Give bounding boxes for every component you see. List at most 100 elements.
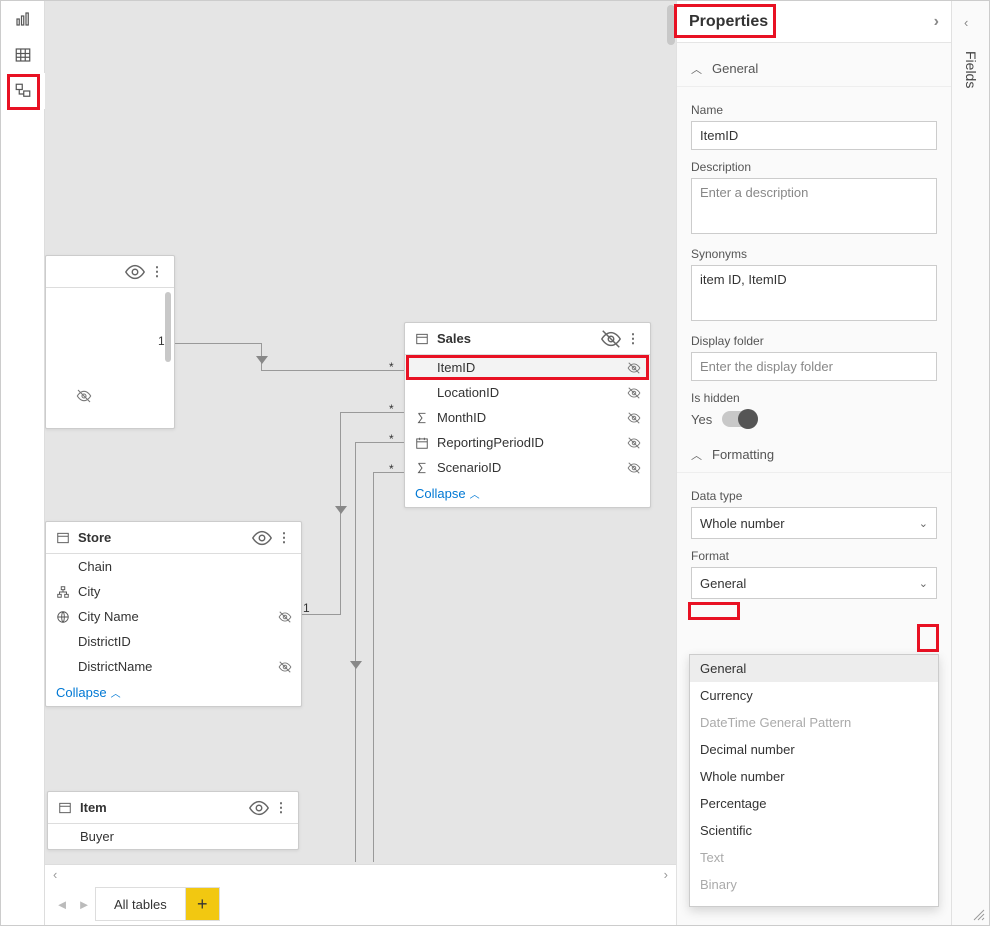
synonyms-input[interactable] (691, 265, 937, 321)
visibility-icon[interactable] (124, 261, 146, 283)
visibility-icon[interactable] (248, 797, 270, 819)
is-hidden-toggle[interactable] (722, 411, 758, 427)
model-canvas[interactable]: ⋮ Sales ⋮ ItemIDLocati (45, 1, 676, 864)
collapse-link[interactable]: Collapse ︿ (46, 679, 301, 706)
data-view-icon[interactable] (1, 37, 45, 73)
horizontal-scrollbar[interactable]: ‹ › (45, 865, 676, 883)
format-option[interactable]: Percentage (690, 790, 938, 817)
expand-fields-icon[interactable]: ‹ (964, 15, 968, 30)
relationship-line (340, 412, 404, 413)
field-row[interactable]: ReportingPeriodID (405, 430, 650, 455)
field-row[interactable]: DistrictName (46, 654, 301, 679)
tab-prev-icon[interactable]: ◄ (51, 890, 73, 918)
hidden-icon[interactable] (624, 411, 644, 425)
format-dropdown-popup[interactable]: GeneralCurrencyDateTime General PatternD… (689, 654, 939, 907)
collapse-properties-icon[interactable]: › (934, 13, 939, 31)
hidden-icon[interactable] (624, 461, 644, 475)
relationship-line[interactable] (373, 472, 374, 862)
table-card-sales[interactable]: Sales ⋮ ItemIDLocationID MonthID Reporting… (404, 322, 651, 508)
scroll-left-icon[interactable]: ‹ (49, 867, 61, 882)
data-type-select[interactable]: Whole number ⌄ (691, 507, 937, 539)
field-row[interactable]: LocationID (405, 380, 650, 405)
description-input[interactable] (691, 178, 937, 234)
hidden-icon[interactable] (624, 361, 644, 375)
format-value: General (700, 576, 746, 591)
collapse-label: Collapse (56, 685, 107, 700)
name-label: Name (691, 103, 937, 117)
chevron-up-icon: ︿ (691, 61, 702, 77)
table-icon (413, 332, 431, 346)
field-row[interactable]: Chain (46, 554, 301, 579)
footer-strip: ‹ › ◄ ► All tables + (45, 864, 676, 925)
field-row[interactable]: City (46, 579, 301, 604)
more-options-icon[interactable]: ⋮ (146, 264, 168, 280)
field-row[interactable]: MonthID (405, 405, 650, 430)
format-option[interactable]: Whole number (690, 763, 938, 790)
table-scrollbar[interactable] (165, 292, 171, 362)
cardinality-many: * (389, 432, 394, 446)
section-general-body: Name Description Synonyms Display folder… (677, 87, 951, 437)
hidden-icon[interactable] (275, 660, 295, 674)
field-row[interactable]: DistrictID (46, 629, 301, 654)
properties-panel: Properties › ︿ General Name Description … (676, 1, 951, 925)
hidden-icon[interactable] (275, 610, 295, 624)
format-option[interactable]: Scientific (690, 817, 938, 844)
field-row[interactable]: Buyer (48, 824, 298, 849)
display-folder-input[interactable] (691, 352, 937, 381)
cardinality-many: * (389, 462, 394, 476)
format-option[interactable]: General (690, 655, 938, 682)
field-row[interactable]: ItemID (405, 355, 650, 380)
more-options-icon[interactable]: ⋮ (270, 800, 292, 816)
field-name: MonthID (437, 410, 624, 425)
fields-pane-label: Fields (963, 51, 979, 88)
relationship-line[interactable] (175, 343, 261, 344)
is-hidden-label: Is hidden (691, 391, 937, 405)
collapse-label: Collapse (415, 486, 466, 501)
tab-next-icon[interactable]: ► (73, 890, 95, 918)
report-view-icon[interactable] (1, 1, 45, 37)
hidden-icon[interactable] (624, 386, 644, 400)
scroll-right-icon[interactable]: › (660, 867, 672, 882)
field-type-icon (54, 610, 72, 624)
visibility-icon[interactable] (251, 527, 273, 549)
table-card-partial[interactable]: ⋮ (45, 255, 175, 429)
format-option[interactable]: Currency (690, 682, 938, 709)
table-card-item[interactable]: Item ⋮ Buyer (47, 791, 299, 850)
table-header-store[interactable]: Store ⋮ (46, 522, 301, 554)
table-header-item[interactable]: Item ⋮ (48, 792, 298, 824)
model-view-icon[interactable] (1, 73, 45, 109)
add-layout-button[interactable]: + (186, 887, 220, 921)
table-header-sales[interactable]: Sales ⋮ (405, 323, 650, 355)
filter-direction-icon (350, 661, 362, 669)
name-input[interactable] (691, 121, 937, 150)
collapse-link[interactable]: Collapse ︿ (405, 480, 650, 507)
section-general-header[interactable]: ︿ General (677, 51, 951, 87)
chevron-up-icon: ︿ (691, 447, 702, 463)
format-option: Binary (690, 871, 938, 898)
format-select[interactable]: General ⌄ (691, 567, 937, 599)
hidden-icon[interactable] (624, 436, 644, 450)
table-header-partial[interactable]: ⋮ (46, 256, 174, 288)
format-option[interactable]: Decimal number (690, 736, 938, 763)
more-options-icon[interactable]: ⋮ (273, 530, 295, 546)
section-formatting-header[interactable]: ︿ Formatting (677, 437, 951, 473)
cardinality-many: * (389, 360, 394, 374)
chevron-down-icon: ⌄ (919, 517, 928, 530)
more-options-icon[interactable]: ⋮ (622, 331, 644, 347)
filter-direction-icon (335, 506, 347, 514)
relationship-line[interactable] (355, 442, 356, 862)
field-name: City (78, 584, 295, 599)
hidden-icon[interactable] (600, 328, 622, 350)
resize-handle-icon[interactable] (971, 907, 985, 921)
cardinality-many: * (389, 402, 394, 416)
field-row[interactable]: City Name (46, 604, 301, 629)
field-row[interactable]: ScenarioID (405, 455, 650, 480)
layout-tab-all-tables[interactable]: All tables (95, 887, 186, 921)
fields-pane-collapsed[interactable]: ‹ Fields (951, 1, 989, 925)
properties-header: Properties › (677, 1, 951, 43)
table-card-store[interactable]: Store ⋮ Chain City City NameDistrictIDDist… (45, 521, 302, 707)
data-type-label: Data type (691, 489, 937, 503)
chevron-up-icon: ︿ (470, 486, 480, 501)
chevron-up-icon: ︿ (111, 685, 121, 700)
table-icon (54, 531, 72, 545)
